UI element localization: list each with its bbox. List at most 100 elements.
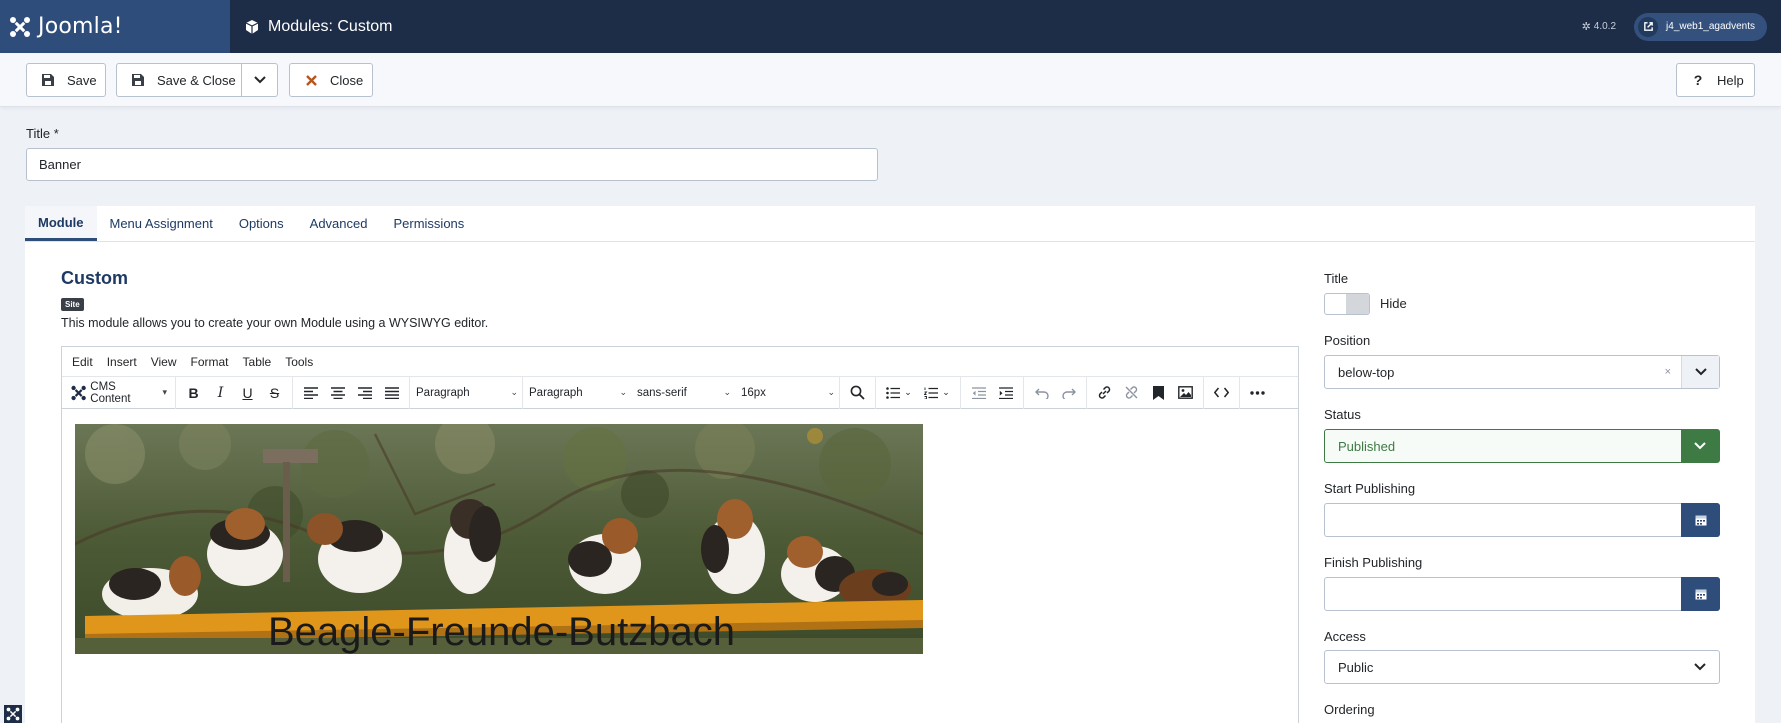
joomla-corner-icon[interactable] (4, 705, 22, 723)
font-size-dropdown[interactable]: 16px ⌄ (735, 381, 839, 405)
chevron-down-icon (1681, 356, 1719, 388)
position-select[interactable]: below-top × (1324, 355, 1720, 389)
save-close-button[interactable]: Save & Close (116, 63, 278, 97)
undo-button[interactable] (1028, 381, 1055, 405)
calendar-icon[interactable] (1681, 503, 1720, 537)
image-icon (1178, 386, 1193, 399)
cms-content-group: CMS Content ▾ (62, 376, 176, 409)
save-options-dropdown[interactable] (241, 64, 277, 96)
title-visibility-toggle[interactable] (1324, 293, 1370, 315)
align-justify-button[interactable] (378, 381, 405, 405)
style-format-group: Paragraph ⌄ sans-serif ⌄ 16px ⌄ (523, 376, 840, 409)
search-icon (850, 385, 865, 400)
save-icon (41, 73, 55, 87)
menu-tools[interactable]: Tools (285, 355, 313, 369)
tab-module[interactable]: Module (25, 206, 97, 241)
chevron-down-icon (253, 76, 266, 84)
underline-button[interactable]: U (234, 381, 261, 405)
menu-table[interactable]: Table (243, 355, 272, 369)
toggle-state-label: Hide (1380, 296, 1407, 311)
brand-name: Joomla! (38, 14, 123, 39)
strikethrough-button[interactable]: S (261, 381, 288, 405)
bullet-list-button[interactable]: ⌄ (880, 381, 918, 405)
anchor-button[interactable] (1145, 381, 1172, 405)
block-format-value: Paragraph (416, 386, 470, 399)
status-label: Status (1324, 407, 1361, 422)
more-button[interactable] (1244, 381, 1271, 405)
calendar-icon[interactable] (1681, 577, 1720, 611)
align-center-button[interactable] (324, 381, 351, 405)
title-label: Title * (26, 126, 59, 141)
outdent-icon (971, 386, 986, 399)
align-right-icon (357, 386, 372, 399)
help-label: Help (1717, 72, 1744, 88)
chevron-down-icon: ▾ (162, 387, 167, 397)
banner-image[interactable]: Beagle-Freunde-Butzbach (75, 424, 923, 654)
title-input[interactable]: Banner (26, 148, 878, 181)
close-button[interactable]: Close (289, 63, 373, 97)
tab-options[interactable]: Options (226, 206, 297, 241)
unlink-button[interactable] (1118, 381, 1145, 405)
status-select[interactable]: Published (1324, 429, 1720, 463)
question-icon: ? (1693, 72, 1703, 88)
insert-group (1087, 376, 1204, 409)
editor-toolbar: CMS Content ▾ B I U S Paragraph ⌄ Paragra… (62, 376, 1298, 409)
image-button[interactable] (1172, 381, 1199, 405)
find-replace-button[interactable] (844, 381, 871, 405)
align-left-button[interactable] (297, 381, 324, 405)
toggle-knob (1346, 294, 1369, 314)
link-button[interactable] (1091, 381, 1118, 405)
block-format-group: Paragraph ⌄ (410, 376, 523, 409)
align-justify-icon (384, 386, 399, 399)
align-right-button[interactable] (351, 381, 378, 405)
start-publishing-field[interactable] (1324, 503, 1720, 537)
cms-content-dropdown[interactable]: CMS Content ▾ (66, 381, 171, 405)
source-code-button[interactable] (1208, 381, 1235, 405)
bullet-list-icon (886, 386, 901, 399)
more-group (1240, 377, 1275, 409)
chevron-down-icon: ⌄ (619, 387, 627, 397)
joomla-logo-icon (10, 16, 30, 37)
finish-publishing-label: Finish Publishing (1324, 555, 1423, 570)
version-info: ✲ 4.0.2 (1582, 20, 1616, 33)
menu-insert[interactable]: Insert (107, 355, 137, 369)
page-title-text: Modules: Custom (268, 17, 393, 35)
wysiwyg-editor: Edit Insert View Format Table Tools CMS … (61, 346, 1299, 723)
editor-menubar: Edit Insert View Format Table Tools (62, 347, 1298, 377)
tab-advanced[interactable]: Advanced (297, 206, 381, 241)
ordering-label: Ordering (1324, 702, 1375, 717)
access-select[interactable]: Public (1324, 650, 1720, 684)
font-family-dropdown[interactable]: sans-serif ⌄ (631, 381, 735, 405)
save-label: Save (67, 72, 97, 88)
finish-publishing-field[interactable] (1324, 577, 1720, 611)
style-format-dropdown[interactable]: Paragraph ⌄ (523, 381, 631, 405)
numbered-list-button[interactable]: ⌄ (918, 381, 956, 405)
help-button[interactable]: ? Help (1676, 63, 1755, 97)
code-icon (1214, 387, 1229, 398)
site-link[interactable]: j4_web1_agadvents (1634, 12, 1767, 41)
more-icon (1250, 390, 1265, 395)
block-format-dropdown[interactable]: Paragraph ⌄ (410, 381, 522, 405)
indent-button[interactable] (992, 381, 1019, 405)
tab-menu-assignment[interactable]: Menu Assignment (97, 206, 226, 241)
menu-format[interactable]: Format (191, 355, 229, 369)
access-label: Access (1324, 629, 1366, 644)
module-description: This module allows you to create your ow… (61, 316, 489, 330)
bold-button[interactable]: B (180, 381, 207, 405)
tab-permissions[interactable]: Permissions (380, 206, 477, 241)
close-icon (304, 73, 318, 87)
access-value: Public (1338, 659, 1374, 675)
clear-icon[interactable]: × (1665, 366, 1671, 378)
save-button[interactable]: Save (26, 63, 106, 97)
joomla-brand[interactable]: Joomla! (0, 0, 230, 53)
start-publishing-label: Start Publishing (1324, 481, 1416, 496)
search-group (840, 376, 876, 409)
redo-button[interactable] (1055, 381, 1082, 405)
outdent-button[interactable] (965, 381, 992, 405)
history-group (1024, 376, 1087, 409)
align-left-icon (303, 386, 318, 399)
menu-view[interactable]: View (151, 355, 177, 369)
menu-edit[interactable]: Edit (72, 355, 93, 369)
joomla-logo-icon (71, 385, 86, 400)
italic-button[interactable]: I (207, 381, 234, 405)
